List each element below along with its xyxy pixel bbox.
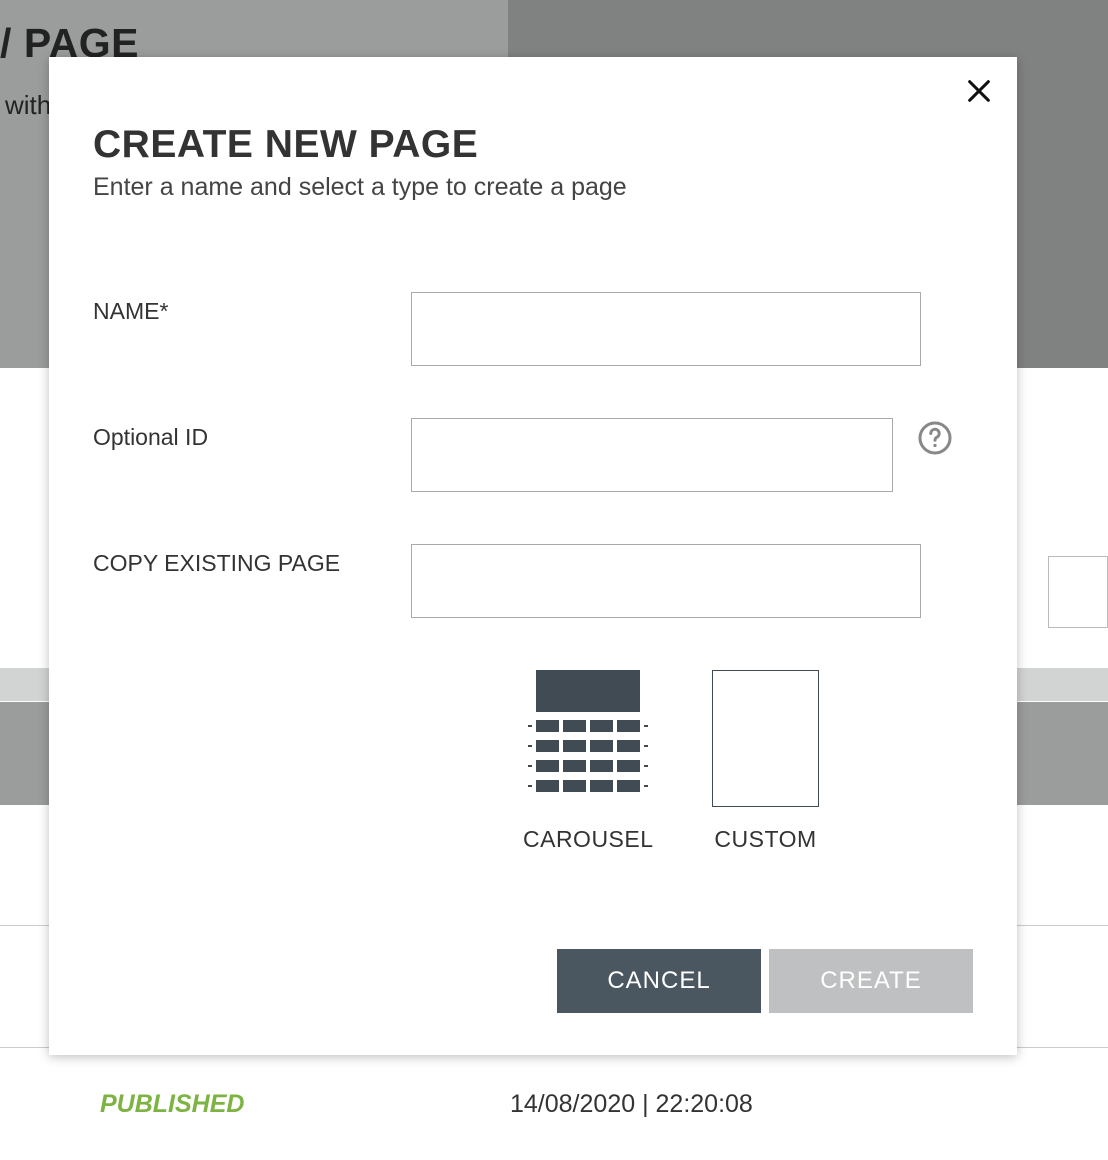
cancel-button[interactable]: CANCEL xyxy=(557,949,761,1013)
copy-existing-input[interactable] xyxy=(411,544,921,618)
modal-subtitle: Enter a name and select a type to create… xyxy=(93,173,973,202)
custom-icon xyxy=(712,670,819,807)
name-label: NAME* xyxy=(93,292,411,325)
carousel-icon xyxy=(530,670,646,792)
create-button[interactable]: CREATE xyxy=(769,949,973,1013)
create-page-modal: CREATE NEW PAGE Enter a name and select … xyxy=(49,57,1017,1055)
close-button[interactable] xyxy=(959,71,999,111)
type-option-custom[interactable]: CUSTOM xyxy=(708,670,824,853)
name-input[interactable] xyxy=(411,292,921,366)
type-label-carousel: CAROUSEL xyxy=(523,826,654,853)
close-icon xyxy=(965,77,993,105)
modal-overlay: CREATE NEW PAGE Enter a name and select … xyxy=(0,0,1108,1160)
optional-id-input[interactable] xyxy=(411,418,893,492)
modal-title: CREATE NEW PAGE xyxy=(93,123,973,167)
type-label-custom: CUSTOM xyxy=(714,826,816,853)
help-icon[interactable] xyxy=(917,420,953,456)
optional-id-label: Optional ID xyxy=(93,418,411,451)
type-option-carousel[interactable]: CAROUSEL xyxy=(523,670,654,853)
copy-existing-label: COPY EXISTING PAGE xyxy=(93,544,411,577)
